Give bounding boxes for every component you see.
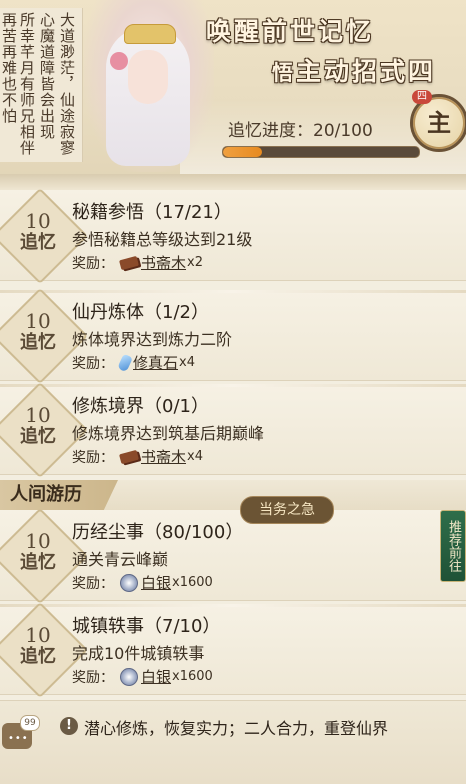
- reward-badge-text: 10 追忆: [6, 310, 70, 354]
- task-title: 修炼境界（0/1）: [72, 396, 209, 417]
- row-divider: [0, 290, 466, 293]
- reward-quantity: x1600: [172, 669, 213, 684]
- reward-quantity: x1600: [172, 575, 213, 590]
- portrait-crown: [124, 24, 176, 44]
- reward-item-link[interactable]: 白银: [141, 666, 171, 687]
- row-divider: [0, 384, 466, 387]
- progress-label: 追忆进度：20/100: [228, 121, 373, 141]
- header-divider: [0, 174, 466, 190]
- portrait-face: [128, 50, 168, 104]
- reward-item-link[interactable]: 修真石: [133, 352, 178, 373]
- notice-text: 潜心修炼，恢复实力；二人合力，重登仙界: [84, 719, 389, 738]
- reward-amount: 10: [25, 209, 51, 233]
- poem-column: 心魔道障皆会出现: [38, 12, 56, 140]
- reward-label: 奖励：: [72, 669, 114, 686]
- reward-type: 追忆: [20, 232, 56, 253]
- reward-quantity: x4: [187, 449, 203, 464]
- stone-icon: [117, 353, 133, 372]
- reward-label: 奖励：: [72, 355, 114, 372]
- poem-column: 大道渺茫，仙途寂寥: [58, 12, 76, 156]
- title-main: 主动招式四: [296, 57, 437, 86]
- title-line-2: 悟主动招式四: [272, 52, 466, 86]
- task-reward: 奖励： 书斋木 x2: [72, 252, 203, 273]
- reward-badge-text: 10 追忆: [6, 210, 70, 254]
- row-divider: [0, 604, 466, 607]
- reward-item-link[interactable]: 白银: [141, 572, 171, 593]
- reward-item-link[interactable]: 书斋木: [141, 446, 186, 467]
- reward-label: 奖励：: [72, 255, 114, 272]
- silver-icon: [120, 667, 138, 686]
- chat-icon: •••: [8, 733, 29, 744]
- section-title: 人间游历: [0, 480, 118, 510]
- task-title: 秘籍参悟（17/21）: [72, 202, 232, 223]
- reward-type: 追忆: [20, 332, 56, 353]
- poem-panel: 大道渺茫，仙途寂寥 心魔道障皆会出现 所幸芊月有师兄相伴 再苦再难也不怕: [0, 8, 83, 162]
- silver-icon: [120, 573, 138, 592]
- task-title: 仙丹炼体（1/2）: [72, 302, 209, 323]
- reward-amount: 10: [25, 623, 51, 647]
- recommend-go-button[interactable]: 推荐前往: [440, 510, 466, 582]
- task-row[interactable]: 10 追忆 修炼境界（0/1） 修炼境界达到筑基后期巅峰 奖励： 书斋木 x4: [0, 381, 466, 479]
- task-row[interactable]: 10 追忆 历经尘事（80/100） 通关青云峰巅 奖励： 白银 x1600: [0, 507, 466, 605]
- reward-item-link[interactable]: 书斋木: [141, 252, 186, 273]
- task-title: 城镇轶事（7/10）: [72, 616, 221, 637]
- reward-amount: 10: [25, 529, 51, 553]
- reward-quantity: x4: [179, 355, 195, 370]
- section-header: 人间游历: [0, 480, 466, 510]
- portrait-flower: [110, 52, 128, 70]
- progress-bar: [222, 146, 420, 158]
- reward-badge-text: 10 追忆: [6, 530, 70, 574]
- reward-quantity: x2: [187, 255, 203, 270]
- poem-column: 再苦再难也不怕: [0, 12, 18, 124]
- reward-badge-text: 10 追忆: [6, 624, 70, 668]
- chat-count-badge: 99: [20, 715, 40, 731]
- header-banner: 大道渺茫，仙途寂寥 心魔道障皆会出现 所幸芊月有师兄相伴 再苦再难也不怕 唤醒前…: [0, 0, 466, 180]
- task-description: 炼体境界达到炼力二阶: [72, 330, 233, 349]
- task-row[interactable]: 10 追忆 秘籍参悟（17/21） 参悟秘籍总等级达到21级 奖励： 书斋木 x…: [0, 187, 466, 285]
- wood-icon: [119, 449, 139, 464]
- reward-type: 追忆: [20, 552, 56, 573]
- task-reward: 奖励： 书斋木 x4: [72, 446, 203, 467]
- task-description: 参悟秘籍总等级达到21级: [72, 230, 253, 249]
- reward-badge-text: 10 追忆: [6, 404, 70, 448]
- task-reward: 奖励： 白银 x1600: [72, 572, 213, 593]
- task-description: 通关青云峰巅: [72, 550, 169, 569]
- task-reward: 奖励： 白银 x1600: [72, 666, 213, 687]
- task-title: 历经尘事（80/100）: [72, 522, 244, 543]
- reward-label: 奖励：: [72, 575, 114, 592]
- progress-fill: [223, 147, 263, 157]
- reward-label: 奖励：: [72, 449, 114, 466]
- bottom-bar: ••• 99 ! 潜心修炼，恢复实力；二人合力，重登仙界: [0, 700, 466, 784]
- character-portrait: [84, 0, 214, 172]
- task-row[interactable]: 10 追忆 城镇轶事（7/10） 完成10件城镇轶事 奖励： 白银 x1600: [0, 601, 466, 699]
- title-line-1: 唤醒前世记忆: [206, 17, 375, 46]
- title-prefix: 悟: [272, 60, 296, 85]
- task-description: 修炼境界达到筑基后期巅峰: [72, 424, 265, 443]
- reward-amount: 10: [25, 309, 51, 333]
- task-row[interactable]: 10 追忆 仙丹炼体（1/2） 炼体境界达到炼力二阶 奖励： 修真石 x4: [0, 287, 466, 385]
- wood-icon: [119, 255, 139, 270]
- task-reward: 奖励： 修真石 x4: [72, 352, 195, 373]
- reward-amount: 10: [25, 403, 51, 427]
- urgent-tag: 当务之急: [240, 496, 334, 524]
- skill-level-badge: 四: [412, 90, 432, 104]
- task-description: 完成10件城镇轶事: [72, 644, 205, 663]
- reward-type: 追忆: [20, 426, 56, 447]
- reward-type: 追忆: [20, 646, 56, 667]
- exclamation-icon: !: [60, 717, 78, 735]
- poem-column: 所幸芊月有师兄相伴: [18, 12, 36, 156]
